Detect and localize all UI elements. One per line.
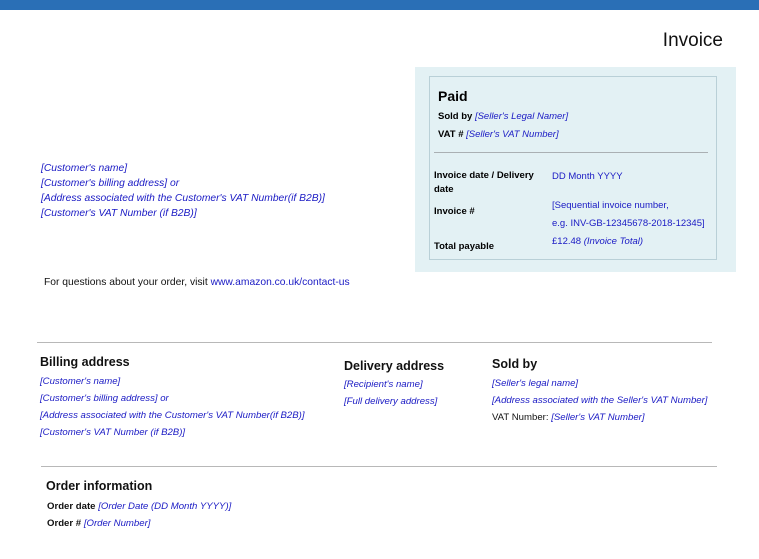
customer-vat-number: [Customer's VAT Number (if B2B)]	[41, 208, 197, 219]
customer-name: [Customer's name]	[41, 163, 128, 174]
invoice-date-label-line2: date	[434, 183, 454, 195]
order-number-value: [Order Number]	[83, 518, 151, 529]
invoice-number-value-line1: [Sequential invoice number,	[552, 200, 669, 211]
sold-by-label: Sold by	[438, 111, 473, 122]
billing-line: [Customer's billing address] or	[40, 393, 169, 404]
divider	[41, 466, 717, 467]
customer-address-block: [Customer's name] [Customer's billing ad…	[41, 161, 325, 221]
sold-by-value: [Seller's Legal Namer]	[474, 111, 569, 122]
billing-line: [Address associated with the Customer's …	[40, 410, 305, 421]
order-date-label: Order date	[47, 501, 96, 512]
delivery-line: [Full delivery address]	[344, 396, 438, 407]
order-date-value: [Order Date (DD Month YYYY)]	[98, 501, 232, 512]
sold-by-heading: Sold by	[492, 357, 538, 371]
seller-line: [Address associated with the Seller's VA…	[492, 395, 708, 406]
billing-line: [Customer's name]	[40, 376, 121, 387]
delivery-line: [Recipient's name]	[344, 379, 423, 390]
billing-line: [Customer's VAT Number (if B2B)]	[40, 427, 186, 438]
contact-us-link[interactable]: www.amazon.co.uk/contact-us	[211, 277, 350, 288]
invoice-number-value: [Sequential invoice number, e.g. INV-GB-…	[552, 197, 705, 233]
delivery-address-block: [Recipient's name] [Full delivery addres…	[344, 376, 437, 410]
order-number-label: Order #	[47, 518, 82, 529]
vat-value: [Seller's VAT Number]	[466, 129, 559, 140]
divider	[434, 152, 708, 153]
divider	[37, 342, 712, 343]
seller-vat-value: [Seller's VAT Number]	[551, 412, 645, 423]
questions-text: For questions about your order, visit	[44, 277, 211, 288]
questions-note: For questions about your order, visit ww…	[44, 277, 350, 288]
vat-label: VAT #	[438, 129, 464, 140]
seller-vat-label: VAT Number:	[492, 412, 549, 423]
invoice-number-label: Invoice #	[434, 206, 475, 217]
vat-line: VAT # [Seller's VAT Number]	[438, 129, 559, 140]
seller-vat-line: VAT Number: [Seller's VAT Number]	[492, 409, 707, 426]
billing-address-heading: Billing address	[40, 355, 130, 369]
order-information-heading: Order information	[46, 479, 153, 493]
total-payable-label: Total payable	[434, 241, 495, 252]
total-amount: £12.48	[552, 236, 582, 247]
seller-line: [Seller's legal name]	[492, 378, 579, 389]
invoice-date-label-line1: Invoice date / Delivery	[434, 170, 534, 181]
order-date-row: Order date [Order Date (DD Month YYYY)]	[47, 501, 231, 512]
sold-by-line: Sold by [Seller's Legal Namer]	[438, 111, 568, 122]
order-number-row: Order # [Order Number]	[47, 518, 150, 529]
page-title: Invoice	[662, 30, 723, 51]
invoice-date-label: Invoice date / Delivery date	[434, 169, 534, 196]
invoice-number-value-line2: e.g. INV-GB-12345678-2018-12345]	[552, 218, 705, 229]
total-payable-value: £12.48 (Invoice Total)	[552, 233, 643, 251]
billing-address-block: [Customer's name] [Customer's billing ad…	[40, 373, 305, 441]
customer-billing-address: [Customer's billing address] or	[41, 178, 180, 189]
sold-by-block: [Seller's legal name] [Address associate…	[492, 375, 707, 426]
invoice-date-value: DD Month YYYY	[552, 171, 623, 182]
header-bar	[0, 0, 759, 10]
customer-vat-address: [Address associated with the Customer's …	[41, 193, 325, 204]
total-note: (Invoice Total)	[583, 236, 644, 247]
delivery-address-heading: Delivery address	[344, 359, 445, 373]
paid-status: Paid	[438, 88, 468, 104]
